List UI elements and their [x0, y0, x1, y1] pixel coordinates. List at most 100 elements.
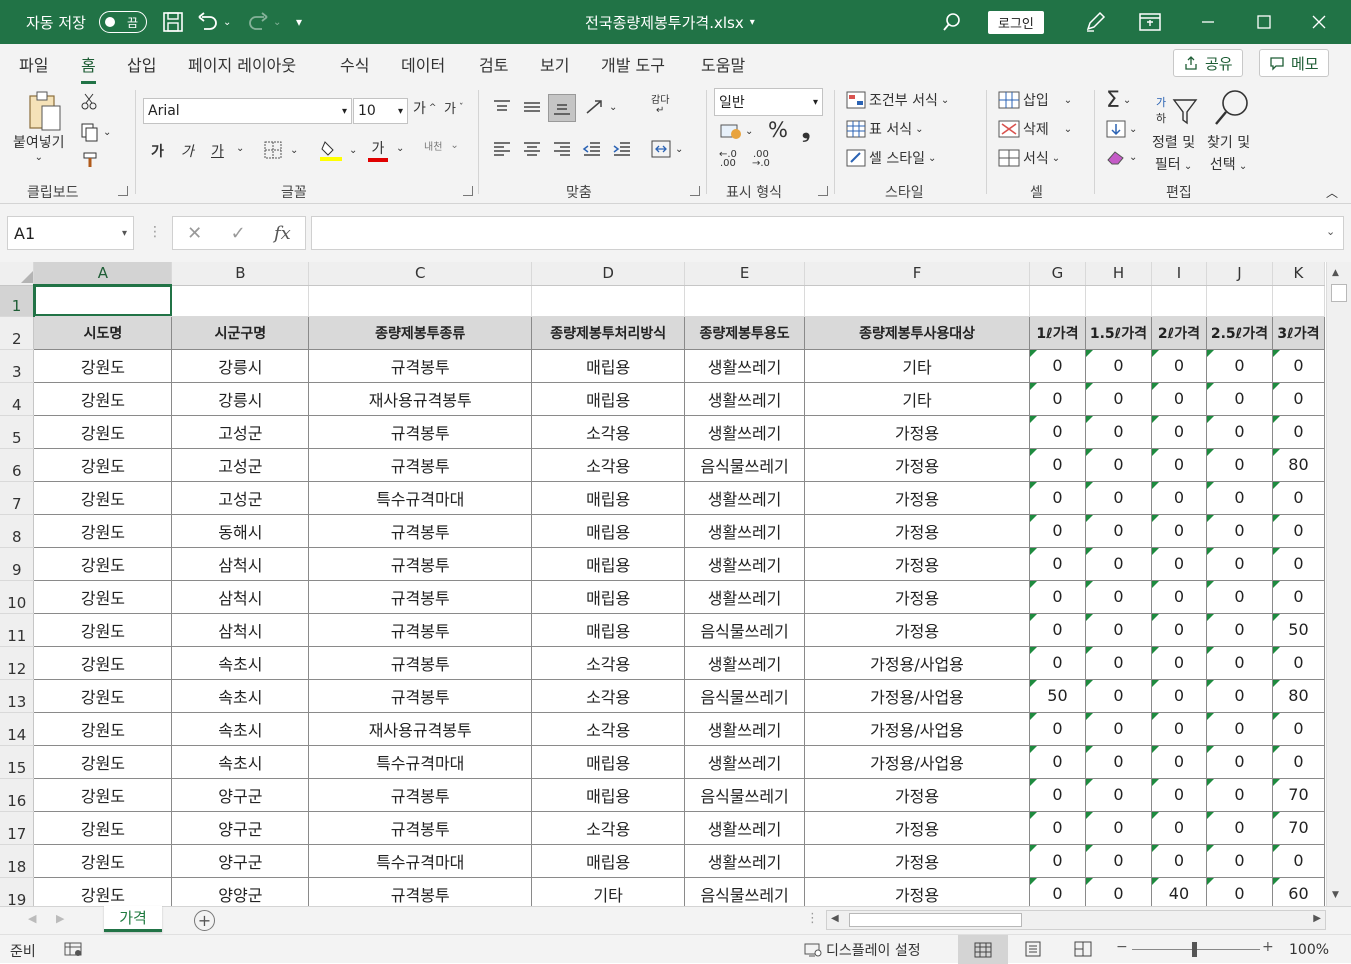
row-header[interactable]: 6	[0, 448, 35, 482]
scroll-left-icon[interactable]: ◀	[831, 913, 839, 924]
data-cell[interactable]: 규격봉투	[308, 513, 533, 548]
data-cell[interactable]: 0	[1084, 612, 1152, 647]
data-cell[interactable]: 0	[1271, 381, 1325, 416]
data-cell[interactable]: 0	[1205, 645, 1273, 680]
data-cell[interactable]: 0	[1205, 876, 1273, 906]
data-cell[interactable]: 양구군	[171, 777, 310, 812]
underline-dropdown-icon[interactable]: ⌄	[236, 143, 244, 154]
data-cell[interactable]: 0	[1150, 447, 1207, 482]
header-cell[interactable]: 2.5ℓ가격	[1205, 315, 1273, 350]
data-cell[interactable]: 가정용/사업용	[804, 678, 1030, 713]
percent-icon[interactable]: %	[768, 118, 788, 142]
vertical-scrollbar[interactable]: ▲ ▼	[1326, 262, 1351, 906]
data-cell[interactable]: 가정용	[804, 480, 1030, 515]
data-cell[interactable]: 0	[1150, 777, 1207, 812]
data-cell[interactable]: 0	[1271, 744, 1325, 779]
data-cell[interactable]: 0	[1271, 711, 1325, 746]
data-cell[interactable]: 속초시	[171, 711, 310, 746]
format-table-button[interactable]: 표 서식 ⌄	[846, 119, 923, 139]
data-cell[interactable]: 0	[1150, 678, 1207, 713]
data-cell[interactable]: 재사용규격봉투	[308, 381, 533, 416]
data-cell[interactable]: 0	[1271, 843, 1325, 878]
data-cell[interactable]: 0	[1205, 711, 1273, 746]
vertical-scroll-thumb[interactable]	[1331, 284, 1347, 302]
data-cell[interactable]: 고성군	[171, 447, 310, 482]
data-cell[interactable]: 음식물쓰레기	[684, 777, 806, 812]
data-cell[interactable]: 0	[1084, 348, 1152, 383]
autosum-icon[interactable]: Σ ⌄	[1106, 88, 1131, 113]
formula-input[interactable]	[311, 216, 1344, 250]
data-cell[interactable]: 생활쓰레기	[684, 348, 806, 383]
sort-filter-icon[interactable]: 가하	[1156, 92, 1198, 126]
data-cell[interactable]: 규격봉투	[308, 546, 533, 581]
data-cell[interactable]: 0	[1271, 348, 1325, 383]
data-cell[interactable]: 속초시	[171, 645, 310, 680]
align-middle-icon[interactable]	[522, 98, 542, 116]
scroll-up-icon[interactable]: ▲	[1332, 268, 1339, 278]
alignment-launcher-icon[interactable]	[690, 186, 700, 196]
cell[interactable]	[308, 285, 533, 317]
align-bottom-icon[interactable]	[548, 94, 576, 122]
data-cell[interactable]: 0	[1205, 348, 1273, 383]
data-cell[interactable]: 규격봉투	[308, 612, 533, 647]
ribbon-display-icon[interactable]	[1139, 0, 1161, 44]
data-cell[interactable]: 0	[1084, 579, 1152, 614]
align-right-icon[interactable]	[552, 140, 572, 158]
decrease-font-icon[interactable]: 가ˇ	[444, 98, 463, 117]
data-cell[interactable]: 0	[1150, 348, 1207, 383]
data-cell[interactable]: 0	[1028, 612, 1086, 647]
data-cell[interactable]: 0	[1084, 414, 1152, 449]
data-cell[interactable]: 속초시	[171, 678, 310, 713]
data-cell[interactable]: 매립용	[531, 579, 686, 614]
data-cell[interactable]: 생활쓰레기	[684, 711, 806, 746]
data-cell[interactable]: 70	[1271, 810, 1325, 845]
header-cell[interactable]: 2ℓ가격	[1150, 315, 1207, 350]
clear-icon[interactable]: ⌄	[1106, 148, 1137, 166]
data-cell[interactable]: 가정용/사업용	[804, 711, 1030, 746]
data-cell[interactable]: 0	[1205, 414, 1273, 449]
data-cell[interactable]: 0	[1150, 810, 1207, 845]
row-header[interactable]: 1	[0, 285, 35, 317]
name-box[interactable]: A1 ▾	[7, 216, 134, 250]
border-icon[interactable]: ⌄	[263, 140, 298, 160]
row-header[interactable]: 10	[0, 580, 35, 614]
column-header-i[interactable]: I	[1151, 262, 1207, 286]
cell[interactable]	[1272, 285, 1325, 317]
font-launcher-icon[interactable]	[463, 186, 473, 196]
data-cell[interactable]: 강원도	[33, 513, 173, 548]
horizontal-scroll-thumb[interactable]	[849, 913, 1022, 927]
data-cell[interactable]: 0	[1150, 414, 1207, 449]
row-header[interactable]: 4	[0, 382, 35, 416]
data-cell[interactable]: 강원도	[33, 744, 173, 779]
data-cell[interactable]: 0	[1028, 876, 1086, 906]
data-cell[interactable]: 0	[1271, 480, 1325, 515]
data-cell[interactable]: 0	[1205, 744, 1273, 779]
data-cell[interactable]: 0	[1084, 546, 1152, 581]
data-cell[interactable]: 소각용	[531, 810, 686, 845]
fill-color-icon[interactable]: ⌄	[320, 138, 357, 162]
tab-view[interactable]: 보기	[540, 52, 569, 76]
data-cell[interactable]: 규격봉투	[308, 414, 533, 449]
data-cell[interactable]: 0	[1028, 513, 1086, 548]
data-cell[interactable]: 0	[1084, 447, 1152, 482]
row-header[interactable]: 15	[0, 745, 35, 779]
data-cell[interactable]: 0	[1028, 711, 1086, 746]
data-cell[interactable]: 0	[1150, 645, 1207, 680]
merge-center-icon[interactable]: ⌄	[650, 139, 683, 159]
row-header[interactable]: 12	[0, 646, 35, 680]
data-cell[interactable]: 가정용	[804, 810, 1030, 845]
align-top-icon[interactable]	[492, 98, 512, 116]
data-cell[interactable]: 강원도	[33, 414, 173, 449]
data-cell[interactable]: 강원도	[33, 579, 173, 614]
page-layout-view-icon[interactable]	[1024, 941, 1042, 961]
header-cell[interactable]: 종량제봉투사용대상	[804, 315, 1030, 350]
data-cell[interactable]: 삼척시	[171, 612, 310, 647]
data-cell[interactable]: 0	[1205, 381, 1273, 416]
font-color-icon[interactable]: 가	[368, 138, 388, 162]
insert-cells-button[interactable]: 삽입 ⌄	[998, 90, 1072, 110]
data-cell[interactable]: 강원도	[33, 777, 173, 812]
data-cell[interactable]: 0	[1205, 810, 1273, 845]
zoom-out-icon[interactable]: −	[1116, 939, 1128, 955]
row-header[interactable]: 2	[0, 316, 35, 350]
font-name-select[interactable]: Arial ▾	[143, 98, 352, 124]
